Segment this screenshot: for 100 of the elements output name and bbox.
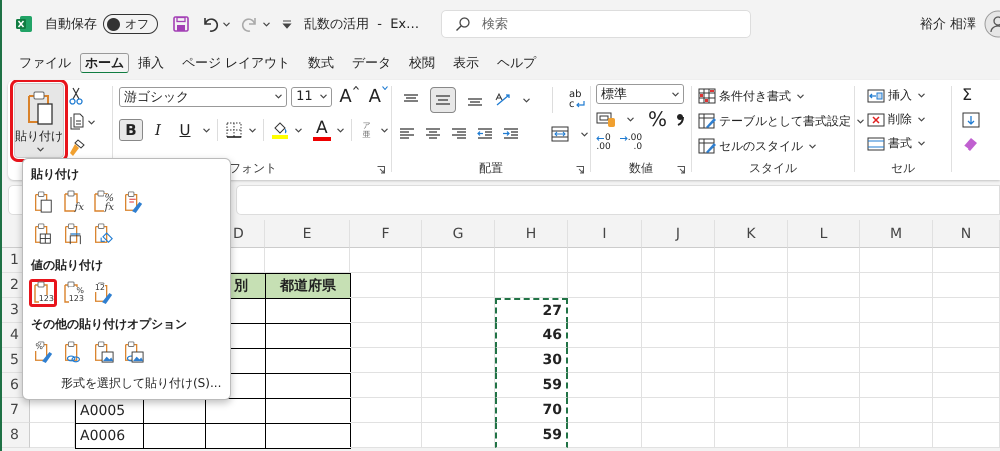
column-header[interactable]: H [495, 220, 568, 248]
decrease-font-size-button[interactable]: A [366, 86, 391, 107]
caret-icon [275, 94, 282, 99]
increase-decimal-button[interactable]: 0 .00 [596, 134, 611, 152]
ribbon-tab[interactable]: データ [343, 50, 400, 76]
percent-style-button[interactable]: % [648, 109, 668, 129]
grid-cell [933, 373, 1000, 398]
grid-cell [788, 323, 860, 348]
formula-input[interactable] [236, 185, 1000, 215]
copy-icon[interactable] [69, 113, 85, 131]
copied-cell: 70 [495, 398, 568, 423]
grid-cell [933, 423, 1000, 448]
grid-cell [350, 398, 422, 423]
grid-cell [350, 323, 422, 348]
style-command[interactable]: テーブルとして書式設定 [719, 112, 851, 130]
phonetic-button[interactable]: ア 亜 [358, 121, 375, 139]
merge-center-icon[interactable] [550, 125, 570, 143]
format-cells-icon [867, 136, 885, 152]
row-header[interactable]: 7 [2, 398, 30, 423]
paste-option-button[interactable]: 123 [29, 279, 57, 307]
accounting-format-icon[interactable] [596, 110, 616, 128]
down-caret-icon [382, 86, 388, 90]
font-color-button[interactable]: A [313, 119, 331, 141]
column-header[interactable]: N [933, 220, 1000, 248]
grid-cell [788, 248, 860, 273]
left-arrow-icon [596, 135, 605, 142]
paste-option-button[interactable]: 12 [89, 279, 117, 307]
caret-icon [627, 116, 634, 122]
style-command[interactable]: 条件付き書式 [719, 88, 791, 104]
cells-command[interactable]: 書式 [888, 135, 912, 152]
cells-command[interactable]: 削除 [888, 111, 912, 128]
wrap-text-button[interactable]: ab c [569, 90, 584, 110]
bold-button[interactable]: B [119, 119, 143, 141]
grid-cell [788, 348, 860, 373]
save-icon[interactable] [172, 15, 190, 33]
picture-paste-icon [122, 339, 144, 365]
grid-cell [788, 423, 860, 448]
column-header[interactable]: G [422, 220, 495, 248]
conditional-format-icon [698, 87, 716, 105]
column-header[interactable]: J [642, 220, 715, 248]
decrease-decimal-button[interactable]: .00 .0 [618, 134, 642, 152]
paste-option-button[interactable]: % 123 [59, 279, 87, 307]
vertical-align-button[interactable] [430, 87, 456, 113]
column-header[interactable]: E [265, 220, 350, 248]
cell-style-icon [698, 137, 716, 155]
paste-option-button[interactable]: % [29, 338, 57, 366]
caret-icon [380, 128, 388, 132]
grid-cell [350, 298, 422, 323]
caret-icon [809, 144, 816, 148]
column-header[interactable]: M [860, 220, 933, 248]
dialog-launcher-icon[interactable] [377, 166, 385, 174]
copied-cell: 27 [495, 298, 568, 323]
ribbon-tab[interactable]: ホーム [80, 53, 129, 73]
fill-color-icon[interactable] [271, 120, 289, 140]
right-arrow-icon [618, 135, 628, 142]
caret-icon [523, 98, 530, 102]
ribbon-tab[interactable]: ファイル [10, 50, 80, 76]
fill-down-icon[interactable] [962, 112, 980, 128]
paste-option-button[interactable]: % fx [89, 188, 117, 216]
grid-cell [788, 298, 860, 323]
italic-button[interactable]: I [146, 119, 170, 141]
style-command[interactable]: セルのスタイル [719, 138, 803, 154]
borders-icon[interactable] [225, 121, 243, 139]
row-header[interactable]: 8 [2, 423, 30, 448]
comma-style-icon[interactable] [675, 111, 686, 127]
font-name-dropdown[interactable]: 游ゴシック [119, 86, 288, 106]
ribbon-tab[interactable]: 表示 [444, 50, 488, 76]
increase-font-size-button[interactable]: A [336, 86, 362, 107]
copied-cell: 59 [495, 423, 568, 448]
cells-command[interactable]: 挿入 [888, 87, 912, 104]
document-title: 乱数の活用 - Ex… [304, 16, 420, 33]
column-header[interactable]: K [715, 220, 788, 248]
caret-icon [295, 128, 302, 132]
dialog-launcher-icon[interactable] [677, 166, 685, 174]
column-header[interactable]: F [350, 220, 422, 248]
ribbon-tab[interactable]: ヘルプ [488, 50, 546, 76]
autosave-toggle[interactable]: オフ [103, 14, 158, 34]
ribbon-tab[interactable]: 挿入 [129, 50, 173, 76]
autosum-button[interactable]: Σ [962, 86, 992, 104]
column-header[interactable]: I [568, 220, 642, 248]
underline-button[interactable]: U [173, 119, 197, 141]
number-format-dropdown[interactable]: 標準 [596, 84, 684, 104]
clipboard-icon [62, 221, 84, 247]
ribbon-tab[interactable]: 校閲 [400, 50, 444, 76]
caret-icon [263, 22, 270, 26]
group-label: 配置 [479, 161, 503, 175]
group-label: セル [891, 161, 915, 175]
search-field[interactable]: 検索 [441, 10, 752, 38]
autosave-label: 自動保存 [45, 16, 97, 33]
ribbon-tab[interactable]: 数式 [299, 50, 344, 76]
dialog-launcher-icon[interactable] [576, 166, 584, 174]
ribbon-tab[interactable]: ページ レイアウト [173, 50, 300, 76]
format-painter-icon[interactable] [69, 139, 85, 157]
eraser-icon[interactable] [962, 136, 980, 152]
scissors-icon[interactable] [69, 87, 83, 105]
column-header[interactable]: L [788, 220, 860, 248]
grid-cell [788, 373, 860, 398]
font-size-dropdown[interactable]: 11 [291, 86, 332, 106]
customize-toolbar-icon[interactable] [282, 20, 292, 28]
paste-option-button[interactable]: fx [59, 188, 87, 216]
